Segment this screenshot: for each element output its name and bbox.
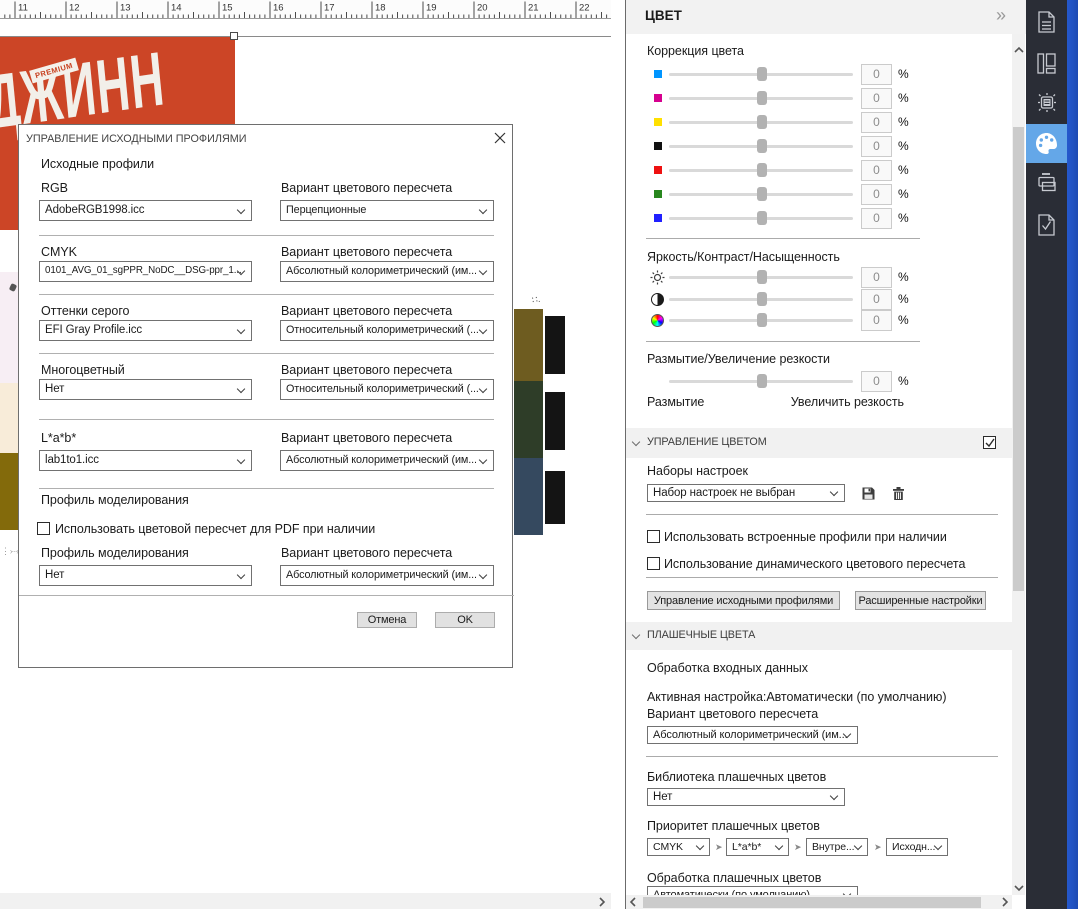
svg-text:22: 22	[579, 3, 590, 14]
svg-text:21: 21	[528, 3, 539, 14]
svg-text:15: 15	[222, 3, 233, 14]
svg-text:14: 14	[171, 3, 182, 14]
svg-text:19: 19	[426, 3, 437, 14]
svg-text:16: 16	[273, 3, 284, 14]
svg-text:17: 17	[324, 3, 335, 14]
svg-text:20: 20	[477, 3, 488, 14]
svg-text:12: 12	[69, 3, 80, 14]
svg-text:18: 18	[375, 3, 386, 14]
svg-text:11: 11	[18, 3, 28, 14]
svg-text:13: 13	[120, 3, 131, 14]
